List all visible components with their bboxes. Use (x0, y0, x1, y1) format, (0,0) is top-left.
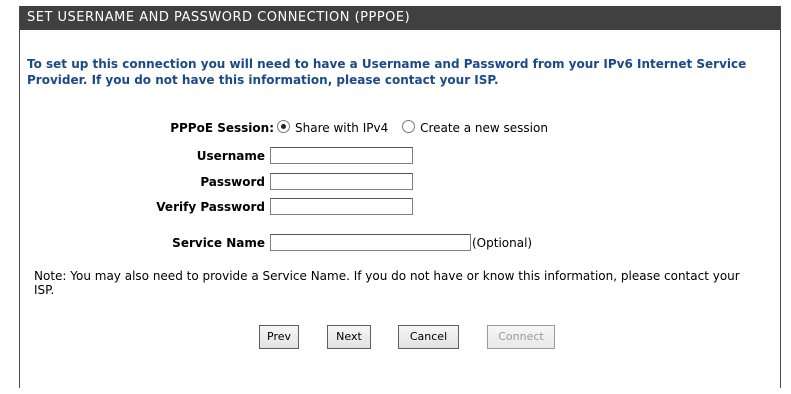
prev-button[interactable]: Prev (259, 325, 299, 349)
username-input[interactable] (270, 147, 413, 164)
cancel-button[interactable]: Cancel (398, 325, 459, 349)
intro-text: To set up this connection you will need … (27, 57, 747, 87)
session-radio-group: Share with IPv4 Create a new session (277, 118, 558, 138)
service-name-note: Note: You may also need to provide a Ser… (34, 269, 740, 297)
optional-hint: (Optional) (472, 236, 533, 250)
service-name-label: Service Name : (172, 236, 274, 250)
password-row: Password : (20, 172, 780, 192)
next-button[interactable]: Next (327, 325, 371, 349)
username-row: Username : (20, 146, 780, 166)
service-name-input[interactable] (270, 234, 471, 251)
password-input[interactable] (270, 173, 413, 190)
create-new-session-label[interactable]: Create a new session (420, 121, 548, 135)
verify-password-label: Verify Password : (156, 200, 274, 214)
share-with-ipv4-label[interactable]: Share with IPv4 (295, 121, 388, 135)
username-label: Username : (196, 149, 274, 163)
create-new-session-radio[interactable] (402, 120, 416, 133)
verify-password-input[interactable] (270, 198, 413, 215)
session-row: PPPoE Session: Share with IPv4 Create a … (20, 118, 780, 138)
verify-password-row: Verify Password : (20, 197, 780, 217)
pppoe-panel: SET USERNAME AND PASSWORD CONNECTION (PP… (19, 6, 781, 388)
password-label: Password : (200, 175, 274, 189)
share-with-ipv4-radio[interactable] (277, 120, 290, 133)
session-label: PPPoE Session: (170, 121, 274, 135)
service-name-row: Service Name : (Optional) (20, 233, 780, 253)
section-title: SET USERNAME AND PASSWORD CONNECTION (PP… (20, 6, 780, 30)
connect-button[interactable]: Connect (487, 325, 555, 349)
